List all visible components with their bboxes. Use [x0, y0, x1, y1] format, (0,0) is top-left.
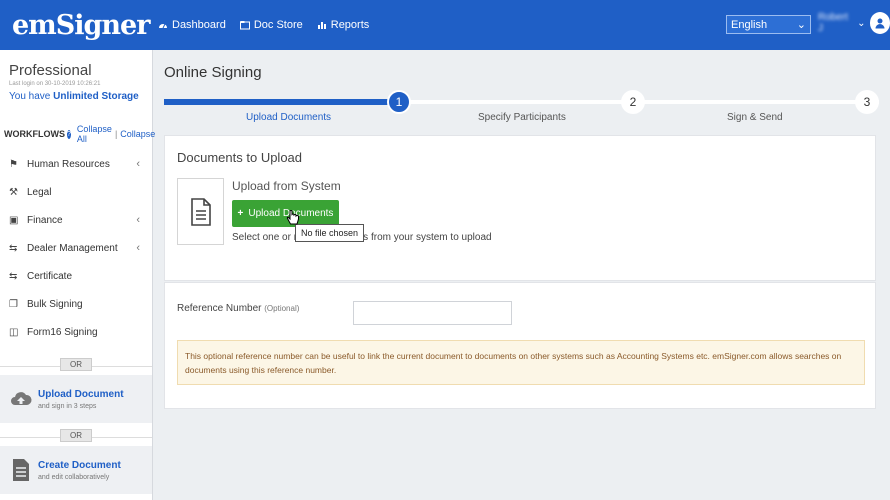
step-1-circle[interactable]: 1: [387, 90, 411, 114]
documents-upload-card: Documents to Upload Upload from System +…: [164, 135, 876, 281]
storage-prefix: You have: [9, 91, 51, 102]
file-placeholder: [177, 178, 224, 245]
nav-reports-label: Reports: [330, 19, 370, 31]
separator: |: [114, 129, 118, 139]
user-icon: [875, 18, 885, 29]
emsigner-logo[interactable]: emSigner: [0, 0, 153, 50]
hand-cursor-icon: [286, 210, 299, 225]
files-icon: ❐: [9, 298, 18, 310]
chevron-left-icon: ‹: [136, 242, 140, 254]
progress-stepper: 1 2 3 Upload Documents Specify Participa…: [164, 90, 879, 130]
reference-notice: This optional reference number can be us…: [177, 340, 865, 385]
nav-docstore-label: Doc Store: [253, 19, 303, 31]
step-1-label[interactable]: Upload Documents: [246, 112, 331, 123]
top-navbar: emSigner Dashboard Doc Store Reports Eng…: [0, 0, 890, 50]
help-icon[interactable]: ?: [67, 129, 71, 139]
sidebar-item-bulk-signing[interactable]: ❐ Bulk Signing: [0, 290, 152, 318]
storage-value: Unlimited Storage: [53, 91, 139, 102]
file-icon: ◫: [9, 326, 19, 338]
sidebar-item-dealer-management[interactable]: ⇆ Dealer Management ‹: [0, 234, 152, 262]
bar-chart-icon: [317, 22, 326, 29]
nav-dashboard[interactable]: Dashboard: [158, 19, 226, 31]
create-document-title: Create Document: [38, 459, 121, 471]
main-nav: Dashboard Doc Store Reports: [158, 19, 369, 31]
sidebar-item-label: Dealer Management: [27, 242, 118, 254]
create-document-subtitle: and edit collaboratively: [38, 473, 110, 481]
storage-info: You have Unlimited Storage: [0, 91, 152, 102]
document-icon: [13, 459, 29, 481]
chevron-down-icon: ⌄: [857, 17, 866, 29]
dashboard-icon: [159, 23, 167, 29]
nav-docstore[interactable]: Doc Store: [239, 19, 303, 31]
workflows-label: WORKFLOWS: [4, 129, 65, 139]
step-track-progress: [164, 99, 399, 105]
upload-document-title: Upload Document: [38, 388, 124, 400]
people-icon: ⚑: [9, 158, 18, 170]
or-label: OR: [60, 429, 92, 442]
step-3-label[interactable]: Sign & Send: [727, 112, 783, 123]
sidebar-item-form16-signing[interactable]: ◫ Form16 Signing: [0, 318, 152, 346]
chevron-left-icon: ‹: [136, 158, 140, 170]
chevron-left-icon: ‹: [136, 214, 140, 226]
reference-card: Reference Number (Optional) This optiona…: [164, 282, 876, 409]
sidebar: Professional Last login on 30-10-2019 10…: [0, 50, 155, 500]
or-label: OR: [60, 358, 92, 371]
sidebar-item-label: Finance: [27, 214, 63, 226]
workflows-header: WORKFLOWS ? Collapse All | Collapse: [0, 102, 155, 144]
file-tooltip: No file chosen: [295, 224, 365, 242]
step-3-circle[interactable]: 3: [855, 90, 879, 114]
create-document-card[interactable]: Create Document and edit collaboratively: [0, 446, 152, 494]
reference-number-label: Reference Number (Optional): [177, 303, 299, 314]
plus-icon: +: [237, 208, 244, 219]
documents-to-upload-title: Documents to Upload: [177, 150, 303, 165]
retweet-icon: ⇆: [9, 242, 18, 254]
reference-number-input[interactable]: [353, 301, 512, 325]
step-2-label[interactable]: Specify Participants: [478, 112, 566, 123]
step-2-circle[interactable]: 2: [621, 90, 645, 114]
main-content: Online Signing 1 2 3 Upload Documents Sp…: [153, 50, 890, 500]
briefcase-icon: ▣: [9, 214, 19, 226]
nav-dashboard-label: Dashboard: [172, 19, 226, 31]
language-select[interactable]: English ⌄: [726, 15, 811, 34]
sidebar-item-certificate[interactable]: ⇆ Certificate: [0, 262, 152, 290]
avatar[interactable]: [869, 12, 890, 34]
sidebar-item-label: Certificate: [27, 270, 73, 282]
sidebar-item-finance[interactable]: ▣ Finance ‹: [0, 206, 152, 234]
sidebar-item-label: Human Resources: [27, 158, 110, 170]
workflow-menu: ⚑ Human Resources ‹ ⚒ Legal ▣ Finance ‹ …: [0, 150, 152, 346]
chevron-down-icon: ⌄: [796, 19, 806, 31]
folder-icon: [239, 21, 250, 30]
upload-from-system-title: Upload from System: [232, 179, 341, 193]
upload-document-card[interactable]: Upload Document and sign in 3 steps: [0, 375, 152, 423]
or-divider: OR: [0, 429, 152, 442]
user-menu[interactable]: Robert J ⌄: [818, 12, 890, 34]
nav-reports[interactable]: Reports: [317, 19, 370, 31]
language-value: English: [731, 18, 768, 31]
file-text-icon: [190, 197, 211, 226]
gavel-icon: ⚒: [9, 186, 18, 198]
sidebar-item-label: Legal: [27, 186, 52, 198]
last-login: Last login on 30-10-2019 10:26:21: [9, 81, 101, 87]
sidebar-item-human-resources[interactable]: ⚑ Human Resources ‹: [0, 150, 152, 178]
collapse-all-link[interactable]: Collapse All: [77, 124, 112, 144]
retweet-icon: ⇆: [9, 270, 18, 282]
or-divider: OR: [0, 358, 152, 371]
reference-label-text: Reference Number: [177, 303, 262, 314]
user-name: Robert J: [818, 12, 849, 34]
sidebar-item-label: Form16 Signing: [27, 326, 98, 338]
upload-document-subtitle: and sign in 3 steps: [38, 402, 97, 410]
sidebar-item-legal[interactable]: ⚒ Legal: [0, 178, 152, 206]
optional-tag: (Optional): [264, 304, 300, 313]
cloud-upload-icon: [11, 392, 32, 405]
sidebar-item-label: Bulk Signing: [27, 298, 83, 310]
collapse-link[interactable]: Collapse: [120, 129, 155, 139]
page-title: Online Signing: [164, 64, 262, 81]
plan-name: Professional: [9, 62, 92, 79]
